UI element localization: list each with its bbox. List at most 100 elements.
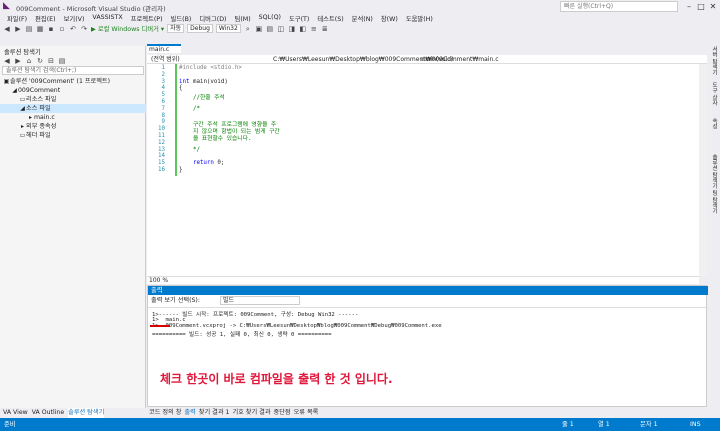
output-panel: 출력 출력 보기 선택(S): 빌드 1>------ 빌드 시작: 프로젝트:…: [147, 285, 708, 407]
right-rail-tab[interactable]: 서버 탐색기: [709, 46, 718, 75]
output-text-area[interactable]: 1>------ 빌드 시작: 프로젝트: 009Comment, 구성: De…: [148, 307, 708, 407]
status-bar: 준비 줄 1 열 1 문자 1 INS: [0, 418, 720, 431]
properties-icon[interactable]: ▤: [58, 57, 66, 65]
menu-item[interactable]: SQL(Q): [255, 13, 285, 23]
menu-item[interactable]: 분석(N): [348, 13, 377, 23]
toolbar-icon[interactable]: ◨: [288, 25, 296, 33]
tree-item[interactable]: ▭리소스 파일: [0, 95, 146, 104]
line-number: 15: [158, 160, 165, 167]
open-icon[interactable]: ▦: [36, 25, 44, 33]
menu-item[interactable]: 팀(M): [231, 13, 255, 23]
menu-item[interactable]: 빌드(B): [167, 13, 196, 23]
line-number: 7: [161, 105, 166, 112]
new-project-icon[interactable]: ▤: [25, 25, 33, 33]
debug-mode-select[interactable]: 자동: [167, 24, 185, 33]
bottom-panel-tab[interactable]: 찾기 결과 1: [199, 408, 230, 418]
output-source-select[interactable]: 빌드: [220, 296, 300, 305]
left-panel-tabs: VA View VA Outline 솔루션 탐색기: [0, 408, 146, 418]
left-panel-tab[interactable]: 솔루션 탐색기: [68, 408, 105, 418]
toolbar-icon[interactable]: ▣: [255, 25, 263, 33]
uncomment-icon[interactable]: ≣: [321, 25, 329, 33]
left-panel-tab[interactable]: VA View: [3, 408, 28, 418]
comment-icon[interactable]: ≡: [310, 25, 318, 33]
line-number: 3: [161, 78, 166, 85]
platform-select[interactable]: Win32: [215, 24, 241, 33]
refresh-icon[interactable]: ↻: [36, 57, 44, 65]
menu-item[interactable]: 보기(V): [60, 13, 89, 23]
bottom-panel-tabs: 코드 정의 창 출력 찾기 결과 1 기호 찾기 결과 중단점 오류 목록: [147, 408, 707, 418]
status-text: 준비: [4, 421, 16, 428]
tree-item[interactable]: ▭헤더 파일: [0, 131, 146, 140]
home-icon[interactable]: ⌂: [25, 57, 33, 65]
find-icon[interactable]: ⌕: [244, 25, 252, 33]
toolbar-icon[interactable]: ◫: [277, 25, 285, 33]
back-icon[interactable]: ◀: [3, 57, 11, 65]
toolbar-icon[interactable]: ◧: [299, 25, 307, 33]
editor-scrollbar[interactable]: [699, 64, 707, 276]
code-line: }: [179, 167, 183, 173]
tree-node-icon: ▭: [19, 132, 26, 139]
code-line: */: [179, 147, 200, 153]
tree-node-icon: ▭: [19, 96, 26, 103]
tree-item[interactable]: ◢소스 파일: [0, 104, 146, 113]
code-token: return: [179, 160, 214, 167]
right-rail-tab[interactable]: 도구 상자: [709, 82, 718, 106]
function-select[interactable]: main(void): [421, 56, 453, 64]
bottom-panel-tab[interactable]: 오류 목록: [294, 408, 319, 418]
menu-item[interactable]: 도움말(H): [402, 13, 437, 23]
right-rail-tab[interactable]: 속성: [709, 118, 718, 129]
tree-item[interactable]: ▸ 외부 종속성: [0, 122, 146, 131]
left-panel-tab[interactable]: VA Outline: [32, 408, 64, 418]
red-check-underline: [150, 325, 170, 327]
output-source-label: 출력 보기 선택(S):: [151, 297, 200, 304]
undo-icon[interactable]: ↶: [69, 25, 77, 33]
menu-bar: 파일(F) 편집(E) 보기(V) VASSISTX 프로젝트(P) 빌드(B) 디버그(D…: [0, 13, 720, 23]
right-rail-tab[interactable]: 팀 탐색기: [709, 190, 718, 214]
quick-launch-input[interactable]: 빠른 실행(Ctrl+Q): [560, 1, 678, 12]
redo-icon[interactable]: ↷: [80, 25, 88, 33]
output-line: ========== 빌드: 성공 1, 실패 0, 최신 0, 생략 0 ==…: [152, 331, 332, 338]
tree-item[interactable]: ▣솔루션 '009Comment' (1 프로젝트): [0, 77, 146, 86]
menu-item[interactable]: 파일(F): [3, 13, 31, 23]
menu-item[interactable]: 프로젝트(P): [127, 13, 167, 23]
toolbar-icon[interactable]: ▤: [266, 25, 274, 33]
menu-item[interactable]: 테스트(S): [313, 13, 347, 23]
start-debugging-button[interactable]: ▶ 로컬 Windows 디버거 ▾: [91, 24, 164, 33]
forward-icon[interactable]: ▶: [14, 57, 22, 65]
code-token: #include <stdio.h>: [179, 65, 242, 71]
collapse-all-icon[interactable]: ⊟: [47, 57, 55, 65]
minimize-button[interactable]: –: [683, 1, 695, 12]
file-path-select[interactable]: C:₩Users₩Leesun₩Desktop₩blog₩009Comment₩…: [273, 56, 499, 64]
scope-select[interactable]: (전역 범위): [151, 56, 180, 64]
bottom-panel-tab[interactable]: 출력: [184, 408, 195, 418]
code-line: //한줄 주석: [179, 92, 225, 101]
bottom-panel-tab[interactable]: 기호 찾기 결과: [232, 408, 270, 418]
zoom-select[interactable]: 100 %: [149, 277, 168, 285]
code-token: */: [179, 146, 200, 153]
restore-button[interactable]: □: [695, 1, 707, 12]
code-line: 을 표현할수 있습니다.: [179, 133, 251, 142]
code-editor[interactable]: 1 2 3 4 5 6 7 8 9 10 11 12 13 14 15 16 #include <stdio.…: [147, 64, 699, 276]
tree-item[interactable]: ◢009Comment: [0, 86, 146, 95]
menu-item[interactable]: 디버그(D): [195, 13, 230, 23]
configuration-select[interactable]: Debug: [187, 24, 213, 33]
solution-search-input[interactable]: 솔루션 탐색기 검색(Ctrl+;): [2, 66, 144, 75]
forward-icon[interactable]: ▶: [14, 25, 22, 33]
standard-toolbar: ◀ ▶ ▤ ▦ ▪ ▫ ↶ ↷ ▶ 로컬 Windows 디버거 ▾ 자동 De…: [0, 23, 720, 34]
code-line: {: [179, 85, 183, 91]
bottom-panel-tab[interactable]: 중단점: [274, 408, 291, 418]
menu-item[interactable]: 창(W): [377, 13, 402, 23]
save-icon[interactable]: ▪: [47, 25, 55, 33]
menu-item[interactable]: 편집(E): [31, 13, 59, 23]
menu-item[interactable]: 도구(T): [285, 13, 313, 23]
tab-main-c[interactable]: main.c: [147, 44, 181, 53]
right-rail-tab[interactable]: 솔루션 탐색기: [709, 154, 718, 189]
close-button[interactable]: ✕: [707, 1, 719, 12]
solution-explorer-title: 솔루션 탐색기: [4, 49, 41, 56]
back-icon[interactable]: ◀: [3, 25, 11, 33]
save-all-icon[interactable]: ▫: [58, 25, 66, 33]
tree-item[interactable]: ▸ main.c: [0, 113, 146, 122]
bottom-panel-tab[interactable]: 코드 정의 창: [149, 408, 181, 418]
menu-item[interactable]: VASSISTX: [88, 13, 126, 23]
status-column: 열 1: [598, 421, 610, 428]
